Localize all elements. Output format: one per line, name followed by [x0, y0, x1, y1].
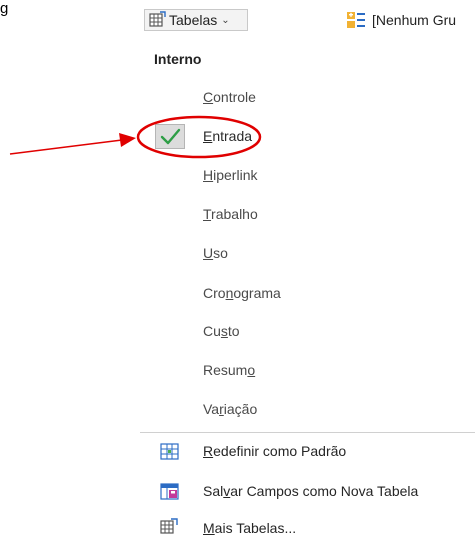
- annotation-overlay: [9, 115, 262, 159]
- annotation-ellipse: [136, 115, 262, 159]
- annotation-arrow-line: [9, 139, 123, 155]
- annotation-arrow-head: [119, 133, 136, 147]
